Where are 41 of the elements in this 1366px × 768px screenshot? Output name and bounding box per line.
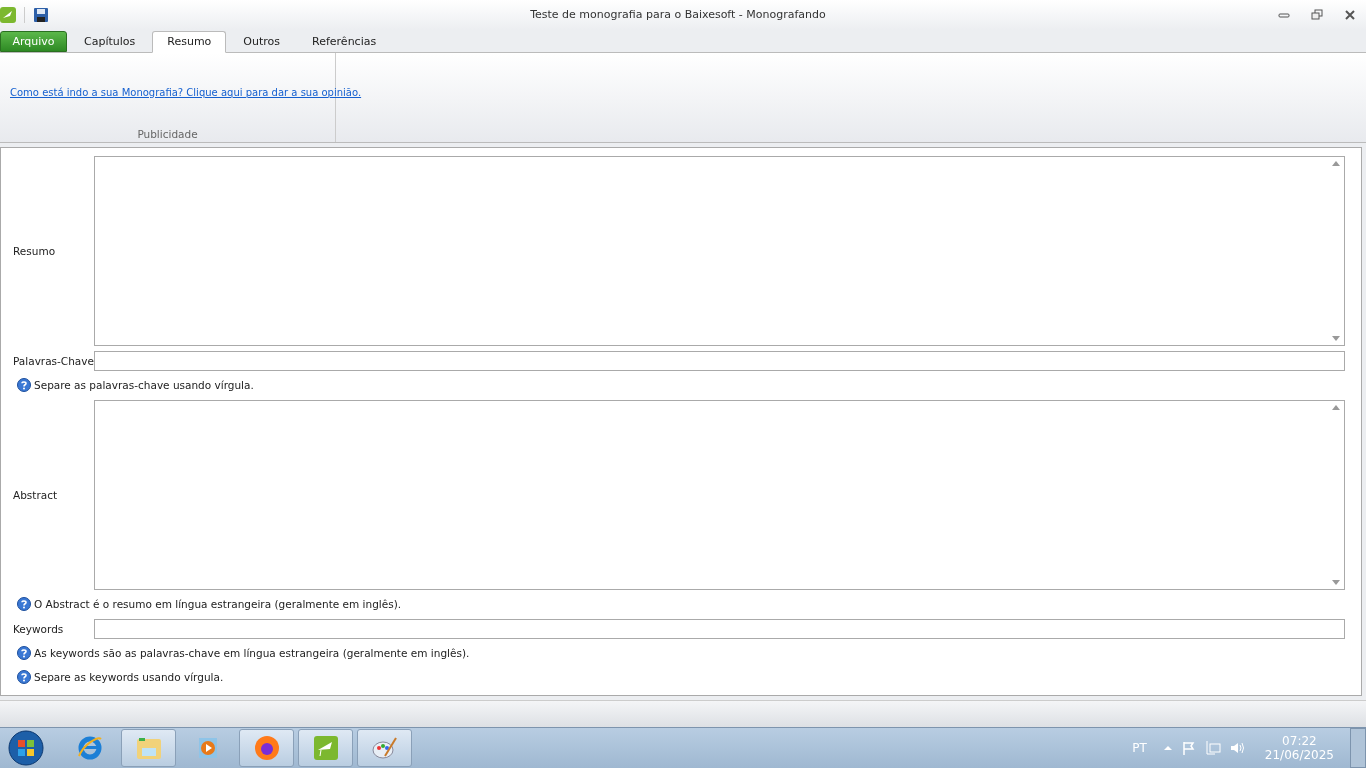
close-icon[interactable] [1344,8,1356,21]
scroll-up-icon[interactable] [1332,159,1340,166]
hint-text: O Abstract é o resumo em língua estrangeira (geralmente em inglês). [34,598,402,611]
taskbar-app-button[interactable] [357,729,412,767]
graduation-cap-icon [311,734,340,762]
app-logo-icon[interactable] [0,6,16,23]
taskbar-app-button[interactable] [298,729,353,767]
taskbar-app-button[interactable] [239,729,294,767]
save-icon[interactable] [33,6,49,23]
start-button-icon[interactable] [8,730,44,766]
help-icon [17,670,31,685]
help-icon [17,597,31,612]
network-icon[interactable] [1204,740,1221,756]
scroll-down-icon[interactable] [1332,579,1340,586]
help-icon [17,378,31,393]
field-label: Resumo [13,244,57,257]
field-label: Keywords [13,622,65,635]
ribbon-tab[interactable]: Resumo [152,30,227,53]
scroll-up-icon[interactable] [1332,403,1340,410]
speaker-icon[interactable] [1228,740,1245,756]
field-label: Abstract [13,488,59,501]
file-tab[interactable]: Arquivo [0,30,67,52]
browser-e-icon [75,734,104,762]
scroll-down-icon[interactable] [1332,335,1340,342]
help-icon [17,646,31,661]
hint-text: Separe as palavras-chave usando vírgula. [34,379,254,392]
show-hidden-icons-icon[interactable] [1162,743,1173,753]
ribbon-tab[interactable]: Outros [228,30,296,52]
window-title: Teste de monografia para o Baixesoft - Monografando [529,8,827,22]
input-field[interactable] [94,618,1345,639]
ribbon-tab[interactable]: Capítulos [69,30,151,52]
group-label: Publicidade [136,127,199,142]
show-desktop-button[interactable] [1350,728,1366,768]
restore-icon[interactable] [1311,8,1323,21]
flag-icon[interactable] [1180,740,1197,756]
hint-text: Separe as keywords usando vírgula. [34,671,224,684]
ribbon-tab[interactable]: Referências [297,30,392,52]
feedback-link[interactable]: Como está indo a sua Monografia? Clique aqui para dar a sua opinião. [10,86,362,98]
field-label: Palavras-Chave [13,354,94,367]
hint-text: As keywords são as palavras-chave em língua estrangeira (geralmente em inglês). [34,647,470,660]
input-field[interactable] [94,350,1345,371]
